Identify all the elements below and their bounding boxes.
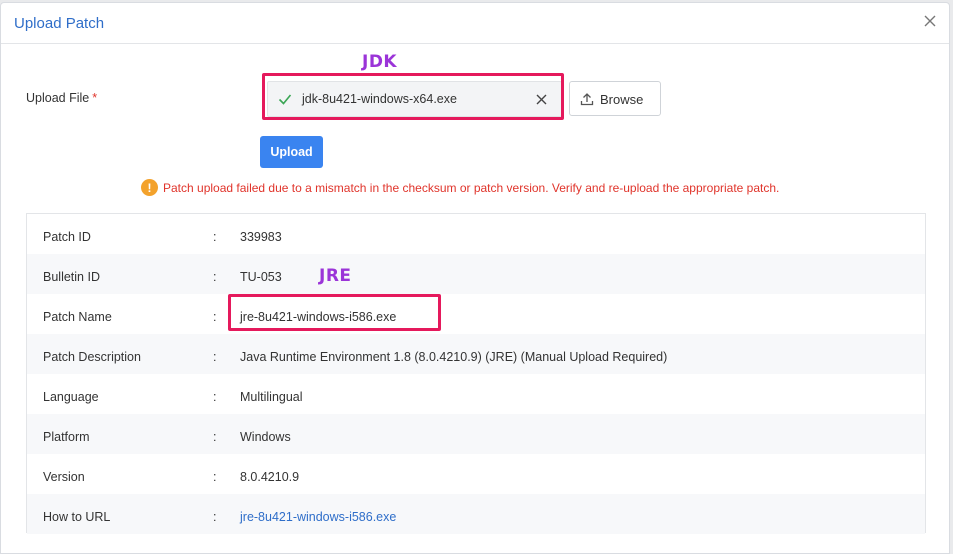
detail-value: 8.0.4210.9 [240, 470, 300, 484]
table-row: Patch ID : 339983 [27, 214, 925, 254]
close-icon[interactable] [923, 14, 937, 28]
table-row: Patch Description : Java Runtime Environ… [27, 334, 925, 374]
table-row: Version : 8.0.4210.9 [27, 454, 925, 494]
detail-separator: : [213, 470, 217, 484]
detail-value: Multilingual [240, 390, 303, 404]
detail-separator: : [213, 310, 217, 324]
detail-separator: : [213, 270, 217, 284]
detail-key: Version [43, 470, 85, 484]
browse-button[interactable]: Browse [569, 81, 661, 116]
detail-value: Java Runtime Environment 1.8 (8.0.4210.9… [240, 350, 668, 364]
table-row: How to URL : jre-8u421-windows-i586.exe [27, 494, 925, 534]
detail-key: Patch ID [43, 230, 91, 244]
browse-label: Browse [600, 92, 644, 107]
detail-separator: : [213, 510, 217, 524]
detail-key: Patch Name [43, 310, 112, 324]
dialog-header: Upload Patch [1, 3, 949, 44]
detail-key: Patch Description [43, 350, 141, 364]
upload-file-label: Upload File * [26, 91, 98, 105]
detail-key: Platform [43, 430, 90, 444]
jdk-annotation-label: JDK [362, 52, 398, 72]
error-message: ! Patch upload failed due to a mismatch … [141, 179, 779, 196]
detail-key: Language [43, 390, 99, 404]
patch-details-table: Patch ID : 339983 Bulletin ID : TU-053 P… [26, 213, 926, 534]
warning-icon: ! [141, 179, 158, 196]
jdk-annotation-box [262, 73, 564, 120]
table-row: Bulletin ID : TU-053 [27, 254, 925, 294]
required-mark: * [92, 91, 98, 105]
detail-separator: : [213, 390, 217, 404]
table-row: Platform : Windows [27, 414, 925, 454]
detail-value: Windows [240, 430, 291, 444]
upload-button[interactable]: Upload [260, 136, 323, 168]
dialog-title: Upload Patch [14, 15, 105, 32]
upload-icon [580, 93, 594, 106]
detail-value: 339983 [240, 230, 282, 244]
detail-separator: : [213, 230, 217, 244]
detail-key: Bulletin ID [43, 270, 100, 284]
error-text: Patch upload failed due to a mismatch in… [163, 180, 780, 195]
detail-separator: : [213, 350, 217, 364]
table-row: Patch Name : jre-8u421-windows-i586.exe [27, 294, 925, 334]
detail-key: How to URL [43, 510, 111, 524]
detail-separator: : [213, 430, 217, 444]
how-to-url-link[interactable]: jre-8u421-windows-i586.exe [240, 510, 396, 524]
table-row: Language : Multilingual [27, 374, 925, 414]
jre-annotation-box [228, 294, 441, 331]
jre-annotation-label: JRE [319, 266, 352, 286]
detail-value: TU-053 [240, 270, 282, 284]
